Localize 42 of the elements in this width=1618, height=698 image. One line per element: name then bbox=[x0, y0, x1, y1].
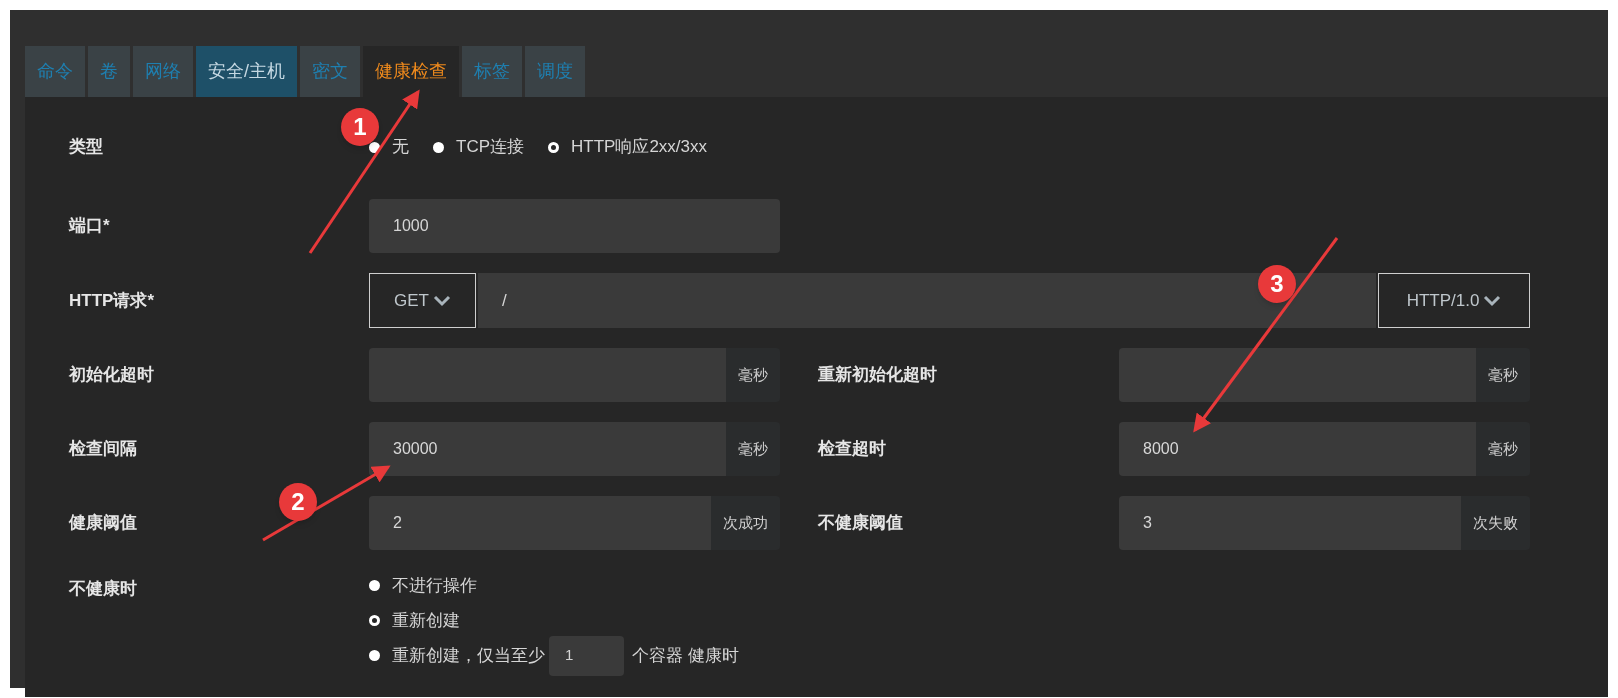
field-label: 初始化超时 bbox=[69, 365, 154, 385]
radio-button[interactable] bbox=[369, 580, 380, 591]
radio-label: 重新创建 bbox=[392, 609, 460, 632]
field-label: 端口* bbox=[69, 216, 110, 236]
field-label: 检查超时 bbox=[817, 438, 887, 461]
field-label: 不健康阈值 bbox=[817, 512, 904, 535]
radio-button[interactable] bbox=[369, 615, 380, 626]
unit-label: 毫秒 bbox=[726, 348, 780, 402]
radio-button[interactable] bbox=[433, 141, 444, 153]
field-label: 检查间隔 bbox=[69, 439, 137, 459]
radio-label: HTTP响应2xx/3xx bbox=[571, 136, 708, 159]
field-label: 健康阈值 bbox=[69, 513, 137, 533]
field-label: HTTP请求* bbox=[69, 290, 154, 310]
radio-label: TCP连接 bbox=[456, 136, 524, 159]
radio-suffix: 个容器 健康时 bbox=[632, 644, 739, 667]
input-field[interactable]: 1 bbox=[549, 635, 624, 676]
unit-label: 次成功 bbox=[711, 496, 780, 550]
radio-button[interactable] bbox=[369, 650, 380, 661]
input-field[interactable]: 30000 bbox=[369, 422, 726, 476]
input-field[interactable]: 3 bbox=[1119, 496, 1461, 550]
radio-button[interactable] bbox=[548, 141, 559, 153]
radio-label: 无 bbox=[392, 136, 409, 159]
input-field[interactable] bbox=[1119, 348, 1476, 402]
radio-label: 重新创建，仅当至少 bbox=[392, 644, 545, 667]
unit-label: 毫秒 bbox=[726, 422, 780, 476]
input-field[interactable]: 1000 bbox=[369, 199, 780, 253]
field-label: 重新初始化超时 bbox=[817, 364, 938, 387]
unit-label: 毫秒 bbox=[1476, 422, 1530, 476]
chevron-down-icon bbox=[1483, 294, 1502, 307]
radio-label: 不进行操作 bbox=[392, 574, 477, 597]
version-select[interactable]: HTTP/1.0 bbox=[1378, 273, 1530, 328]
field-label: 类型 bbox=[69, 137, 103, 157]
tab[interactable]: 安全/主机 bbox=[196, 46, 297, 97]
radio-button[interactable] bbox=[369, 141, 380, 153]
tab[interactable]: 健康检查 bbox=[363, 46, 459, 97]
chevron-down-icon bbox=[432, 294, 451, 307]
method-select[interactable]: GET bbox=[369, 273, 476, 328]
unit-label: 次失败 bbox=[1461, 496, 1530, 550]
input-field[interactable]: 2 bbox=[369, 496, 711, 550]
field-label: 不健康时 bbox=[69, 579, 137, 598]
input-field[interactable]: 8000 bbox=[1119, 422, 1476, 476]
unit-label: 毫秒 bbox=[1476, 348, 1530, 402]
